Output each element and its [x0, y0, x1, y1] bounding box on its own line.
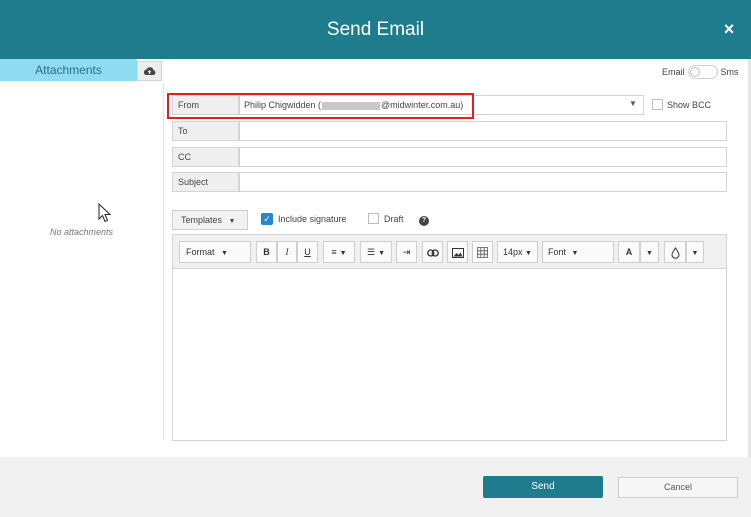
- chevron-down-icon: ▼: [378, 250, 385, 257]
- help-icon[interactable]: ?: [419, 216, 429, 226]
- draft-label: Draft: [384, 213, 404, 224]
- droplet-icon: [670, 246, 680, 259]
- upload-attachment-button[interactable]: [137, 61, 162, 81]
- cc-field[interactable]: [239, 147, 727, 167]
- bcc-checkbox[interactable]: [652, 99, 663, 110]
- link-icon: [426, 248, 439, 257]
- chevron-down-icon: ▼: [525, 250, 532, 257]
- send-button[interactable]: Send: [483, 476, 603, 498]
- image-button[interactable]: [447, 241, 468, 263]
- table-icon: [477, 247, 488, 259]
- toggle-email-label: Email: [662, 67, 685, 77]
- indent-button[interactable]: ⇥: [396, 241, 417, 263]
- format-dropdown[interactable]: Format ▼: [179, 241, 251, 263]
- draft-checkbox[interactable]: Draft: [368, 213, 404, 224]
- chevron-down-icon[interactable]: ▼: [629, 99, 637, 108]
- format-label: Format: [186, 247, 215, 257]
- no-attachments-text: No attachments: [49, 227, 114, 237]
- list-dropdown[interactable]: ☰ ▼: [360, 241, 392, 263]
- email-sms-switch[interactable]: [687, 65, 718, 79]
- chevron-down-icon: ▼: [571, 250, 579, 257]
- font-size-dropdown[interactable]: 14px ▼: [497, 241, 538, 263]
- align-left-icon: ≡: [331, 247, 337, 257]
- font-label: Font: [548, 247, 567, 257]
- templates-label: Templates: [181, 215, 223, 225]
- image-icon: [451, 247, 464, 258]
- font-size-label: 14px: [503, 247, 523, 257]
- subject-label: Subject: [172, 172, 239, 192]
- to-field[interactable]: [239, 121, 727, 141]
- include-signature-checkbox[interactable]: ✓ Include signature: [261, 213, 347, 225]
- cloud-upload-icon: [143, 67, 156, 75]
- font-family-dropdown[interactable]: Font ▼: [542, 241, 614, 263]
- indent-icon: ⇥: [402, 247, 411, 257]
- background-color-button[interactable]: [664, 241, 686, 263]
- to-label: To: [172, 121, 239, 141]
- table-button[interactable]: [472, 241, 493, 263]
- switch-knob: [689, 67, 700, 77]
- link-button[interactable]: [422, 241, 443, 263]
- attachments-tab[interactable]: Attachments: [0, 59, 137, 81]
- cancel-button[interactable]: Cancel: [618, 477, 738, 498]
- templates-dropdown[interactable]: Templates ▼: [172, 210, 248, 230]
- chevron-down-icon: ▼: [691, 250, 699, 257]
- align-dropdown[interactable]: ≡ ▼: [323, 241, 355, 263]
- show-bcc-checkbox[interactable]: Show BCC: [652, 99, 711, 110]
- mouse-pointer-icon: [98, 203, 111, 223]
- channel-toggle[interactable]: Email Sms: [662, 64, 739, 80]
- draft-box[interactable]: [368, 213, 379, 224]
- include-signature-label: Include signature: [278, 214, 347, 224]
- highlight-annotation: [167, 93, 474, 119]
- check-icon[interactable]: ✓: [261, 213, 273, 225]
- chevron-down-icon: ▼: [228, 218, 236, 225]
- underline-button[interactable]: U: [297, 241, 318, 263]
- close-button[interactable]: ×: [719, 17, 739, 41]
- chevron-down-icon: ▼: [339, 250, 347, 257]
- sidebar-divider: [163, 83, 164, 440]
- background-color-dropdown[interactable]: ▼: [686, 241, 704, 263]
- show-bcc-label: Show BCC: [667, 99, 712, 110]
- dialog-title: Send Email: [326, 19, 425, 40]
- chevron-down-icon: ▼: [646, 250, 653, 257]
- toggle-sms-label: Sms: [720, 67, 739, 77]
- chevron-down-icon: ▼: [221, 250, 228, 257]
- italic-button[interactable]: I: [277, 241, 297, 263]
- text-color-dropdown[interactable]: ▼: [640, 241, 659, 263]
- bold-button[interactable]: B: [256, 241, 277, 263]
- cc-label: CC: [172, 147, 239, 167]
- subject-field[interactable]: [239, 172, 727, 192]
- text-color-button[interactable]: A: [618, 241, 640, 263]
- bullet-list-icon: ☰: [366, 247, 376, 257]
